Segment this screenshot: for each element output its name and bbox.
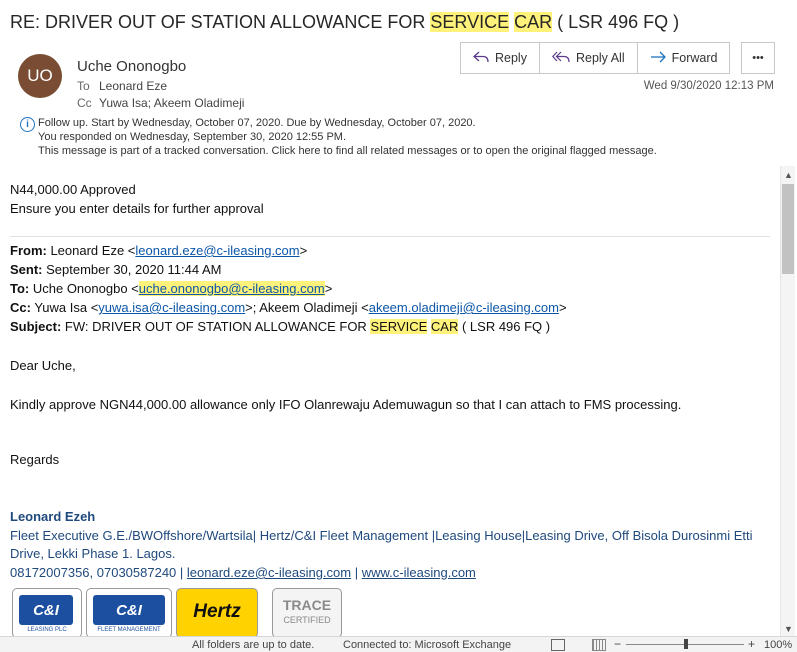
followup-line: Follow up. Start by Wednesday, October 0…	[38, 117, 476, 129]
avatar[interactable]: UO	[18, 54, 62, 98]
zoom-level: 100%	[764, 639, 793, 651]
from-label: From:	[10, 243, 47, 258]
trace-logo-text: TRACE	[282, 597, 332, 613]
bracket: >	[299, 243, 308, 258]
ellipsis-icon: •••	[752, 52, 764, 64]
trace-logo-caption: CERTIFIED	[283, 615, 331, 625]
forward-label: Forward	[671, 51, 718, 65]
reading-view-icon[interactable]	[592, 639, 606, 651]
cc-recipients[interactable]: Yuwa Isa; Akeem Oladimeji	[99, 96, 244, 110]
reply-all-icon	[551, 51, 576, 66]
action-bar: Reply Reply All Forward	[460, 42, 731, 74]
body-line: N44,000.00 Approved	[10, 182, 136, 197]
zoom-out-icon[interactable]: −	[614, 637, 621, 651]
scroll-down-icon[interactable]: ▼	[784, 624, 793, 634]
signature-sep: |	[351, 565, 362, 580]
body-line: Ensure you enter details for further app…	[10, 201, 264, 216]
signature-contacts: 08172007356, 07030587240 | leonard.eze@c…	[10, 565, 476, 580]
ci-logo-caption: LEASING PLC	[27, 627, 67, 633]
cc-email-link[interactable]: yuwa.isa@c-ileasing.com	[98, 300, 245, 315]
subject-highlight: SERVICE	[430, 12, 510, 32]
quoted-subject-text: FW: DRIVER OUT OF STATION ALLOWANCE FOR	[61, 319, 371, 334]
sync-status: All folders are up to date.	[192, 639, 315, 651]
reply-icon	[473, 51, 495, 66]
received-date: Wed 9/30/2020 12:13 PM	[643, 80, 774, 92]
to-recipient[interactable]: Leonard Eze	[99, 79, 167, 93]
status-bar: All folders are up to date. Connected to…	[0, 636, 797, 652]
forward-button[interactable]: Forward	[637, 43, 730, 73]
ci-fleet-logo-mark: C&I	[93, 595, 165, 625]
ci-fleet-logo-caption: FLEET MANAGEMENT	[97, 627, 161, 633]
signature-address: Drive, Lekki Phase 1. Lagos.	[10, 546, 176, 561]
message-text: Kindly approve NGN44,000.00 allowance on…	[10, 397, 682, 412]
cc-line: Cc Yuwa Isa; Akeem Oladimeji	[77, 96, 244, 110]
trace-certified-logo: TRACE CERTIFIED	[272, 588, 342, 638]
quoted-to-label: To:	[10, 281, 30, 296]
quoted-sent: Sent: September 30, 2020 11:44 AM	[10, 262, 222, 277]
bracket: >	[324, 281, 333, 296]
sent-value: September 30, 2020 11:44 AM	[42, 262, 222, 277]
signature-title: Fleet Executive G.E./BWOffshore/Wartsila…	[10, 528, 753, 543]
ci-logo-mark: C&I	[19, 595, 73, 625]
zoom-slider-thumb[interactable]	[684, 639, 688, 649]
to-email-link[interactable]: uche.ononogbo@c-ileasing.com	[138, 281, 325, 296]
signature-email-link[interactable]: leonard.eze@c-ileasing.com	[187, 565, 351, 580]
normal-view-icon[interactable]	[551, 639, 565, 651]
quoted-cc: Cc: Yuwa Isa <yuwa.isa@c-ileasing.com>; …	[10, 300, 567, 315]
bracket: >	[558, 300, 567, 315]
quoted-subject: Subject: FW: DRIVER OUT OF STATION ALLOW…	[10, 319, 550, 334]
sender-name[interactable]: Uche Ononogbo	[77, 58, 186, 75]
quoted-subject-text: ( LSR 496 FQ )	[458, 319, 551, 334]
cc-email-link[interactable]: akeem.oladimeji@c-ileasing.com	[369, 300, 559, 315]
quoted-to-name: Uche Ononogbo <	[29, 281, 139, 296]
email-subject: RE: DRIVER OUT OF STATION ALLOWANCE FOR …	[10, 12, 679, 33]
reply-button[interactable]: Reply	[461, 43, 540, 73]
responded-line: You responded on Wednesday, September 30…	[38, 131, 347, 143]
avatar-initials: UO	[27, 66, 53, 85]
quoted-to: To: Uche Ononogbo <uche.ononogbo@c-ileas…	[10, 281, 332, 296]
cc-name: >; Akeem Oladimeji <	[245, 300, 369, 315]
subject-highlight: CAR	[514, 12, 553, 32]
info-icon: i	[20, 117, 35, 132]
greeting: Dear Uche,	[10, 358, 76, 373]
vertical-scrollbar[interactable]: ▲ ▼	[780, 166, 795, 636]
signature-name: Leonard Ezeh	[10, 509, 96, 524]
subject-text: ( LSR 496 FQ )	[552, 12, 680, 32]
tracked-conversation-link[interactable]: This message is part of a tracked conver…	[38, 145, 657, 157]
zoom-in-icon[interactable]: +	[748, 637, 755, 651]
signature-phones: 08172007356, 07030587240 |	[10, 565, 187, 580]
quoted-cc-label: Cc:	[10, 300, 31, 315]
to-label: To	[77, 79, 90, 93]
forward-icon	[650, 51, 672, 66]
subject-highlight: CAR	[430, 319, 459, 334]
ci-fleet-logo: C&I FLEET MANAGEMENT	[86, 588, 172, 638]
scroll-up-icon[interactable]: ▲	[784, 170, 793, 180]
more-actions-button[interactable]: •••	[741, 42, 775, 74]
hertz-logo-text: Hertz	[193, 601, 241, 622]
reply-label: Reply	[495, 51, 527, 65]
cc-label: Cc	[77, 96, 92, 110]
sent-label: Sent:	[10, 262, 43, 277]
hertz-logo: Hertz	[176, 588, 258, 638]
quote-separator	[10, 236, 770, 237]
quoted-from: From: Leonard Eze <leonard.eze@c-ileasin…	[10, 243, 307, 258]
connection-status: Connected to: Microsoft Exchange	[343, 639, 512, 651]
scroll-thumb[interactable]	[782, 184, 794, 274]
regards: Regards	[10, 452, 60, 467]
signature-website-link[interactable]: www.c-ileasing.com	[362, 565, 476, 580]
subject-text: RE: DRIVER OUT OF STATION ALLOWANCE FOR	[10, 12, 431, 32]
reply-all-label: Reply All	[575, 51, 625, 65]
ci-leasing-logo: C&I LEASING PLC	[12, 588, 82, 638]
reply-all-button[interactable]: Reply All	[539, 43, 638, 73]
from-email-link[interactable]: leonard.eze@c-ileasing.com	[135, 243, 299, 258]
from-name: Leonard Eze <	[46, 243, 136, 258]
subject-highlight: SERVICE	[370, 319, 428, 334]
to-line: To Leonard Eze	[77, 79, 167, 93]
quoted-subject-label: Subject:	[10, 319, 62, 334]
cc-name: Yuwa Isa <	[30, 300, 99, 315]
